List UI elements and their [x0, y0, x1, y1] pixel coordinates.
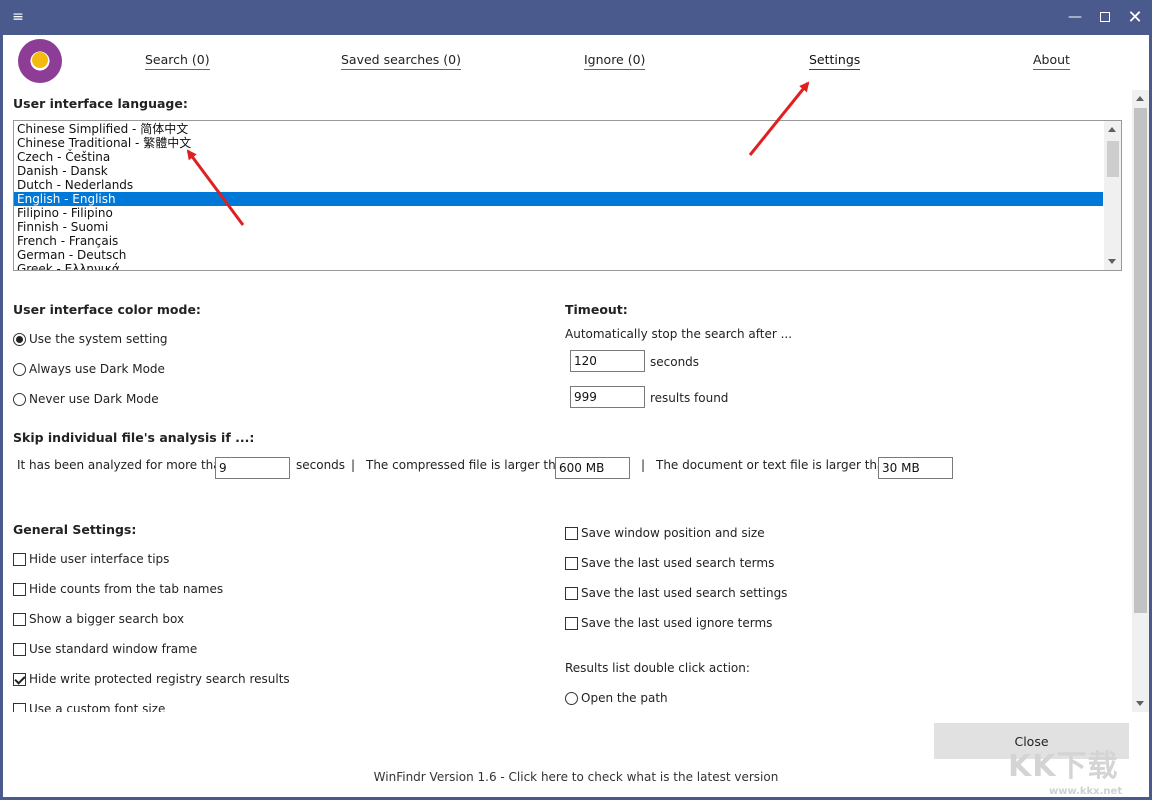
scroll-down-icon[interactable] — [1136, 701, 1144, 706]
general-settings-heading: General Settings: — [13, 522, 137, 537]
checkbox-hide-counts[interactable] — [13, 583, 26, 596]
clipped-row: Use a custom font size — [3, 695, 563, 712]
checkbox-label: Save the last used search terms — [581, 556, 775, 570]
checkbox-save-window-position[interactable] — [565, 527, 578, 540]
checkbox-label: Save the last used ignore terms — [581, 616, 773, 630]
main-scrollbar[interactable] — [1132, 90, 1149, 712]
checkbox-label: Save the last used search settings — [581, 586, 788, 600]
checkbox-save-search-settings[interactable] — [565, 587, 578, 600]
scrollbar-thumb[interactable] — [1107, 141, 1119, 177]
radio-label: Open the path — [581, 691, 668, 705]
checkbox-label: Save window position and size — [581, 526, 765, 540]
tab-ignore[interactable]: Ignore (0) — [584, 52, 646, 70]
language-list-scrollbar[interactable] — [1104, 121, 1121, 270]
hamburger-menu-icon[interactable]: ≡ — [6, 6, 30, 28]
scroll-up-icon[interactable] — [1136, 96, 1144, 101]
checkbox-label: Hide write protected registry search res… — [29, 672, 290, 686]
language-item[interactable]: French - Français — [14, 234, 1103, 248]
seconds-label: seconds — [650, 355, 700, 369]
compressed-size-input[interactable] — [555, 457, 630, 479]
language-item[interactable]: German - Deutsch — [14, 248, 1103, 262]
watermark-url: www.kkx.net — [1049, 786, 1123, 797]
document-size-input[interactable] — [878, 457, 953, 479]
compressed-label: The compressed file is larger than — [366, 458, 571, 472]
tab-about[interactable]: About — [1033, 52, 1070, 70]
close-window-icon[interactable]: ✕ — [1123, 6, 1147, 28]
scroll-down-icon[interactable] — [1108, 259, 1116, 264]
settings-window: Search (0) Saved searches (0) Ignore (0)… — [3, 35, 1149, 797]
timeout-heading: Timeout: — [565, 302, 628, 317]
title-bar: ≡ — ✕ — [0, 0, 1152, 35]
radio-always-dark[interactable] — [13, 363, 26, 376]
double-click-label: Results list double click action: — [565, 661, 750, 675]
language-listbox[interactable]: Chinese Simplified - 简体中文 Chinese Tradit… — [13, 120, 1122, 271]
tab-search[interactable]: Search (0) — [145, 52, 210, 70]
language-item[interactable]: Chinese Traditional - 繁體中文 — [14, 136, 1103, 150]
radio-label: Always use Dark Mode — [29, 362, 165, 376]
radio-system-setting[interactable] — [13, 333, 26, 346]
language-item[interactable]: Filipino - Filipino — [14, 206, 1103, 220]
language-item[interactable]: Czech - Čeština — [14, 150, 1103, 164]
tab-settings[interactable]: Settings — [809, 52, 861, 70]
watermark: KK下载 — [1008, 749, 1119, 784]
separator: | — [641, 458, 646, 472]
checkbox-hide-tips[interactable] — [13, 553, 26, 566]
checkbox-hide-write-protected[interactable] — [13, 673, 26, 686]
minimize-icon[interactable]: — — [1063, 6, 1087, 28]
language-item[interactable]: Greek - Ελληνικά — [14, 262, 1103, 270]
radio-label: Never use Dark Mode — [29, 392, 159, 406]
results-found-label: results found — [650, 391, 729, 405]
timeout-description: Automatically stop the search after ... — [565, 327, 793, 341]
radio-open-path[interactable] — [565, 692, 578, 705]
radio-label: Use the system setting — [29, 332, 168, 346]
document-label: The document or text file is larger than — [656, 458, 892, 472]
language-item[interactable]: Finnish - Suomi — [14, 220, 1103, 234]
checkbox-custom-font-size[interactable] — [13, 703, 26, 712]
checkbox-label: Show a bigger search box — [29, 612, 185, 626]
language-item[interactable]: Danish - Dansk — [14, 164, 1103, 178]
analyzed-unit-label: seconds — [296, 458, 346, 472]
checkbox-label: Hide counts from the tab names — [29, 582, 224, 596]
language-heading: User interface language: — [13, 96, 188, 111]
color-mode-heading: User interface color mode: — [13, 302, 201, 317]
language-item[interactable]: Chinese Simplified - 简体中文 — [14, 122, 1103, 136]
version-footer-link[interactable]: WinFindr Version 1.6 - Click here to che… — [3, 770, 1149, 784]
separator: | — [351, 458, 356, 472]
analyzed-label: It has been analyzed for more than — [17, 458, 229, 472]
winfindr-logo-icon — [18, 39, 62, 83]
language-item[interactable]: Dutch - Nederlands — [14, 178, 1103, 192]
checkbox-bigger-search-box[interactable] — [13, 613, 26, 626]
scrollbar-thumb[interactable] — [1134, 108, 1147, 613]
scroll-up-icon[interactable] — [1108, 127, 1116, 132]
checkbox-standard-frame[interactable] — [13, 643, 26, 656]
checkbox-save-ignore-terms[interactable] — [565, 617, 578, 630]
checkbox-label: Use a custom font size — [29, 702, 166, 712]
checkbox-label: Hide user interface tips — [29, 552, 170, 566]
radio-never-dark[interactable] — [13, 393, 26, 406]
maximize-icon[interactable] — [1093, 6, 1117, 28]
analyzed-seconds-input[interactable] — [215, 457, 290, 479]
tab-saved-searches[interactable]: Saved searches (0) — [341, 52, 461, 70]
checkbox-save-search-terms[interactable] — [565, 557, 578, 570]
timeout-seconds-input[interactable] — [570, 350, 645, 372]
language-item-selected[interactable]: English - English — [14, 192, 1103, 206]
language-list: Chinese Simplified - 简体中文 Chinese Tradit… — [14, 121, 1121, 270]
skip-heading: Skip individual file's analysis if ...: — [13, 430, 255, 445]
timeout-results-input[interactable] — [570, 386, 645, 408]
checkbox-label: Use standard window frame — [29, 642, 198, 656]
